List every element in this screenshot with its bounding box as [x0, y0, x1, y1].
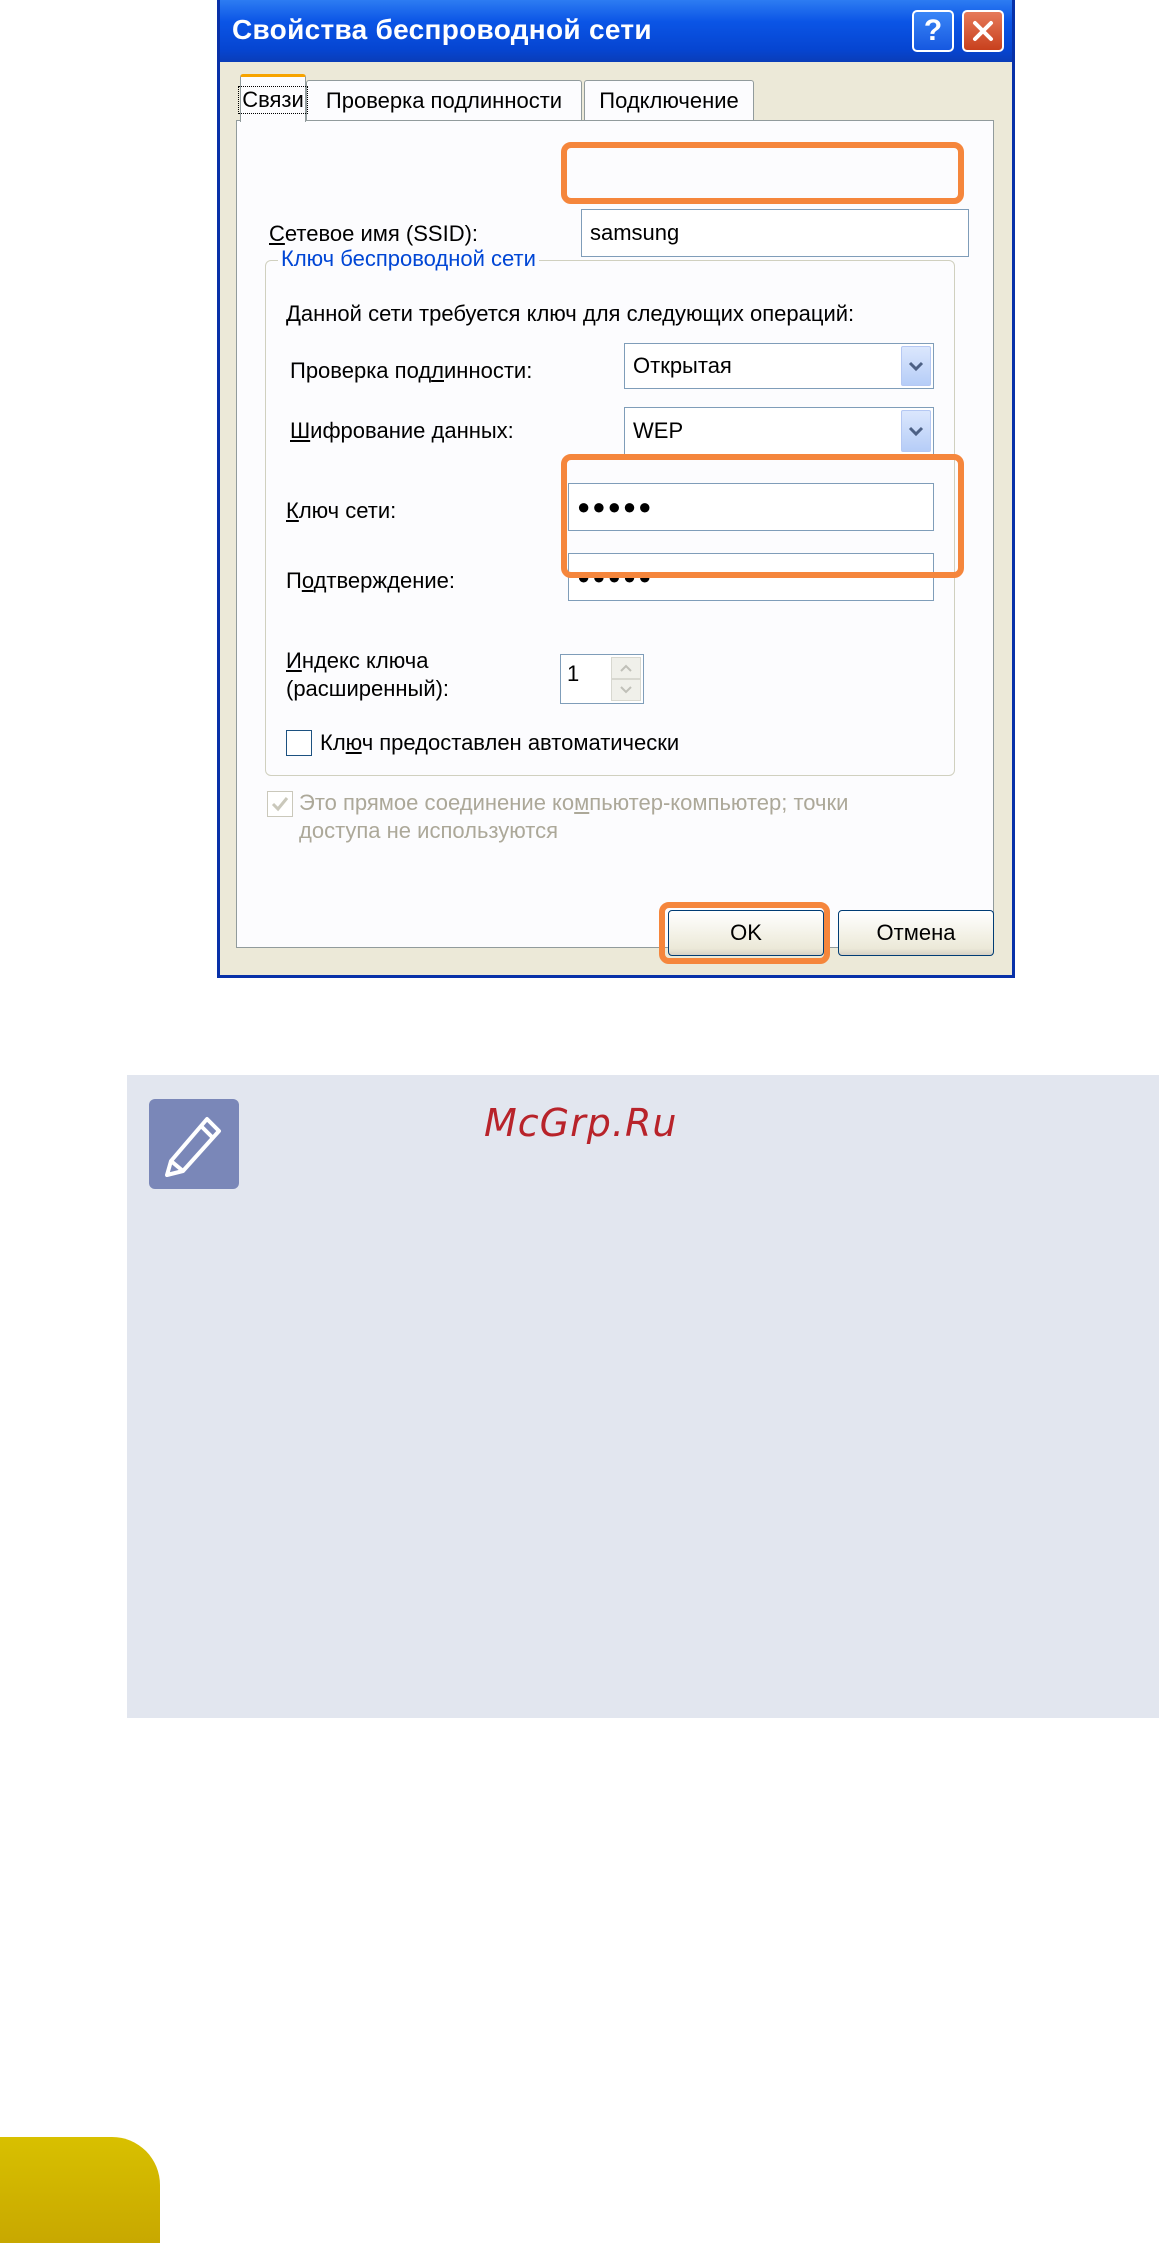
network-key-input[interactable]: ●●●●●	[568, 483, 934, 531]
adhoc-label: Это прямое соединение компьютер-компьюте…	[299, 790, 849, 843]
tab-label: Связи	[238, 85, 308, 114]
cancel-button[interactable]: Отмена	[838, 910, 994, 956]
encryption-select[interactable]: WEP	[624, 407, 934, 455]
chevron-down-icon	[908, 361, 924, 372]
title-bar[interactable]: Свойства беспроводной сети ?	[220, 0, 1012, 62]
key-index-stepper[interactable]: 1	[560, 654, 644, 704]
ssid-input[interactable]: samsung	[581, 209, 969, 257]
pencil-icon	[165, 1117, 221, 1177]
auth-label: Проверка подлинности:	[290, 358, 533, 383]
wireless-key-group: Ключ беспроводной сети Данной сети требу…	[265, 246, 955, 776]
chevron-down-icon	[620, 686, 632, 694]
dialog-title: Свойства беспроводной сети	[232, 14, 652, 45]
group-title: Ключ беспроводной сети	[278, 246, 539, 272]
ok-button[interactable]: OK	[668, 910, 824, 956]
auth-value: Открытая	[633, 353, 732, 378]
wireless-properties-dialog: Свойства беспроводной сети ? Связи Прове…	[217, 0, 1015, 978]
spin-down-button[interactable]	[611, 679, 641, 701]
ssid-label: Сетевое имя (SSID):	[269, 221, 479, 246]
help-icon: ?	[923, 14, 943, 47]
confirm-key-value: ●●●●●	[577, 564, 654, 589]
ssid-value: samsung	[590, 220, 680, 245]
auth-dropdown-button[interactable]	[901, 346, 931, 386]
pencil-note-icon	[149, 1099, 239, 1189]
dialog-client-area: Связи Проверка подлинности Подключение С…	[220, 62, 1012, 975]
key-index-label: Индекс ключа (расширенный):	[286, 648, 450, 701]
tab-authentication[interactable]: Проверка подлинности	[306, 80, 582, 120]
auth-select[interactable]: Открытая	[624, 343, 934, 389]
adhoc-checkbox[interactable]	[267, 791, 293, 817]
auto-key-checkbox[interactable]	[286, 730, 312, 756]
watermark-text: McGrp.Ru	[484, 1101, 678, 1145]
spin-up-button[interactable]	[611, 657, 641, 679]
encryption-value: WEP	[633, 418, 684, 443]
key-intro-text: Данной сети требуется ключ для следующих…	[286, 301, 855, 326]
chevron-up-icon	[620, 664, 632, 672]
tab-connection[interactable]: Подключение	[584, 80, 754, 120]
network-key-label: Ключ сети:	[286, 498, 397, 523]
chevron-down-icon	[908, 426, 924, 437]
confirm-key-label: Подтверждение:	[286, 568, 455, 593]
key-index-value: 1	[567, 661, 580, 686]
close-button[interactable]	[962, 10, 1004, 52]
close-icon	[973, 21, 993, 41]
checkmark-icon	[271, 797, 289, 812]
tab-label: Подключение	[599, 87, 739, 113]
tab-associations[interactable]: Связи	[238, 74, 308, 122]
network-key-value: ●●●●●	[577, 494, 654, 519]
tab-panel: Сетевое имя (SSID): samsung Ключ беспров…	[236, 120, 994, 948]
encryption-dropdown-button[interactable]	[901, 410, 931, 452]
cancel-button-label: Отмена	[876, 920, 956, 945]
note-block: McGrp.Ru	[127, 1075, 1159, 1718]
confirm-key-input[interactable]: ●●●●●	[568, 553, 934, 601]
tab-label: Проверка подлинности	[325, 87, 563, 113]
help-button[interactable]: ?	[912, 10, 954, 52]
auto-key-label: Ключ предоставлен автоматически	[320, 730, 680, 755]
encryption-label: Шифрование данных:	[290, 418, 514, 443]
page-corner-tab	[0, 2137, 160, 2243]
ok-button-label: OK	[730, 920, 762, 945]
